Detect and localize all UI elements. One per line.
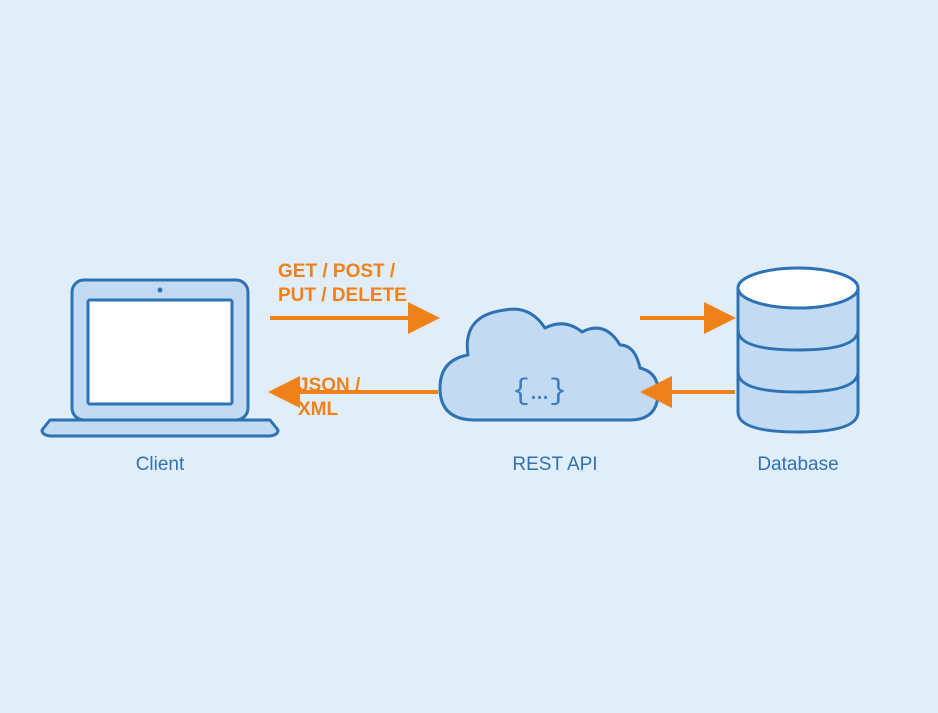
diagram-canvas: [0, 0, 938, 708]
architecture-diagram: Client REST API Database {…} GET / POST …: [0, 0, 938, 708]
braces-icon: {…}: [512, 375, 568, 409]
request-methods-label: GET / POST / PUT / DELETE: [278, 260, 407, 308]
response-formats-label: JSON / XML: [298, 374, 360, 422]
laptop-icon: [42, 280, 278, 436]
database-label: Database: [748, 454, 848, 476]
database-icon: [738, 268, 858, 432]
client-label: Client: [110, 454, 210, 476]
api-label: REST API: [505, 454, 605, 476]
